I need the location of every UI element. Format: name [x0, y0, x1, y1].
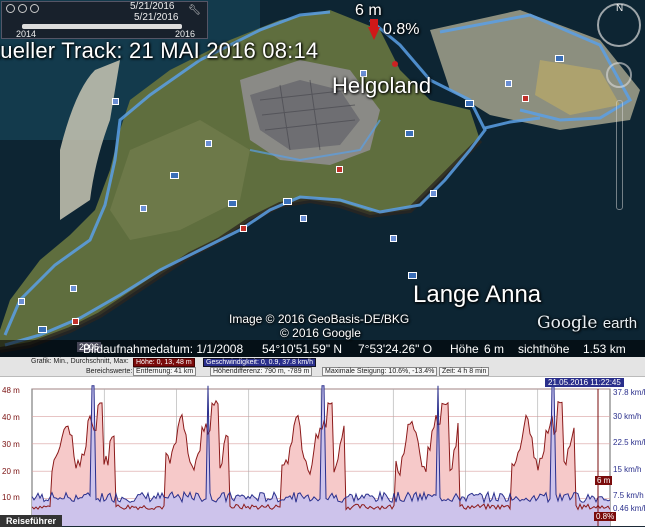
- latitude: 54°10'51.59" N: [262, 342, 343, 356]
- placemark-icon[interactable]: [205, 140, 212, 147]
- profile-chart: [31, 385, 611, 526]
- zoom-in-icon[interactable]: [6, 4, 15, 13]
- compass-ring-control[interactable]: N: [597, 3, 641, 47]
- imagery-copyright: Image © 2016 GeoBasis-DE/BKG: [229, 312, 410, 326]
- elevation-label: Höhe: [450, 342, 479, 356]
- cursor-timestamp: 21.05.2016 11:22:45: [545, 378, 624, 387]
- y-tick-right: 0.46 km/h: [613, 504, 645, 513]
- y-tick-left: 30 m: [2, 440, 20, 449]
- cursor-grade-tag: 0.8%: [594, 512, 617, 521]
- status-bar: 2006 Bildaufnahmedatum: 1/1/2008 54°10'5…: [0, 340, 645, 357]
- tab-reisefuehrer[interactable]: Reiseführer: [0, 515, 63, 527]
- placemark-icon[interactable]: [70, 285, 77, 292]
- elevation-value: 6 m: [484, 342, 505, 356]
- time-slider-year-end: 2016: [175, 29, 196, 39]
- height-stats-box[interactable]: Höhe: 0, 13, 48 m: [133, 358, 195, 367]
- time-slider-start-date: 5/21/2016: [130, 1, 175, 12]
- y-tick-right: 37.8 km/h: [613, 388, 645, 397]
- range-values-label: Bereichswerte:: [86, 368, 133, 375]
- placemark-icon[interactable]: [18, 298, 25, 305]
- red-placemark-icon[interactable]: [72, 318, 79, 325]
- red-placemark-icon[interactable]: [522, 95, 529, 102]
- photo-placemark-icon[interactable]: [170, 172, 179, 179]
- profile-plot[interactable]: 48 m 40 m 30 m 20 m 10 m 0 m 37.8 km/h 3…: [0, 377, 645, 526]
- wrench-icon[interactable]: 🔧︎: [188, 5, 201, 16]
- current-grade-label: 0.8%: [383, 21, 420, 38]
- place-label-helgoland[interactable]: Helgoland: [332, 73, 431, 99]
- current-elevation-label: 6 m: [355, 2, 382, 19]
- zoom-slider[interactable]: [616, 100, 623, 210]
- y-tick-left: 10 m: [2, 493, 20, 502]
- placemark-icon[interactable]: [390, 235, 397, 242]
- elevation-profile-panel: Grafik: Min., Durchschnitt, Max: Höhe: 0…: [0, 357, 645, 527]
- placemark-icon[interactable]: [505, 80, 512, 87]
- zoom-out-icon[interactable]: [18, 4, 27, 13]
- placemark-icon[interactable]: [112, 98, 119, 105]
- photo-placemark-icon[interactable]: [228, 200, 237, 207]
- photo-placemark-icon[interactable]: [405, 130, 414, 137]
- place-label-lange-anna[interactable]: Lange Anna: [413, 281, 541, 309]
- clock-icon[interactable]: [30, 4, 39, 13]
- y-tick-right: 22.5 km/h: [613, 438, 645, 447]
- time-slider-track[interactable]: [22, 24, 182, 29]
- time-box: Zeit: 4 h 8 min: [439, 367, 490, 376]
- red-placemark-icon[interactable]: [240, 225, 247, 232]
- placemark-icon[interactable]: [140, 205, 147, 212]
- photo-placemark-icon[interactable]: [283, 198, 292, 205]
- graph-stats-label: Grafik: Min., Durchschnitt, Max:: [31, 358, 129, 365]
- height-difference-box: Höhendifferenz: 790 m, -789 m: [210, 367, 313, 376]
- imagery-date: Bildaufnahmedatum: 1/1/2008: [83, 342, 244, 356]
- longitude: 7°53'24.26" O: [358, 342, 433, 356]
- lange-anna-placemark-icon[interactable]: [408, 272, 417, 279]
- placemark-icon[interactable]: [430, 190, 437, 197]
- time-slider-panel: 5/21/2016 5/21/2016 2014 2016 🔧︎: [1, 1, 208, 39]
- y-tick-right: 15 km/h: [613, 465, 642, 474]
- eye-altitude-label: sichthöhe: [518, 342, 570, 356]
- google-copyright: © 2016 Google: [280, 326, 361, 340]
- placemark-icon[interactable]: [300, 215, 307, 222]
- y-tick-left: 40 m: [2, 413, 20, 422]
- max-slope-box: Maximale Steigung: 10.6%, -13.4%: [322, 367, 438, 376]
- y-tick-left: 48 m: [2, 386, 20, 395]
- track-title: tueller Track: 21 MAI 2016 08:14: [0, 38, 319, 63]
- cursor-elevation-tag: 6 m: [595, 476, 613, 485]
- y-tick-left: 20 m: [2, 467, 20, 476]
- photo-placemark-icon[interactable]: [465, 100, 474, 107]
- pan-control[interactable]: [606, 62, 632, 88]
- eye-altitude-value: 1.53 km: [583, 342, 626, 356]
- distance-box: Entfernung: 41 km: [133, 367, 197, 376]
- time-slider-end-date: 5/21/2016: [134, 12, 179, 23]
- red-placemark-icon[interactable]: [336, 166, 343, 173]
- profile-stats-header: Grafik: Min., Durchschnitt, Max: Höhe: 0…: [0, 357, 645, 377]
- time-slider-year-start: 2014: [16, 29, 37, 39]
- photo-placemark-icon[interactable]: [38, 326, 47, 333]
- photo-placemark-icon[interactable]: [555, 55, 564, 62]
- map-view[interactable]: 6 m 0.8% tueller Track: 21 MAI 2016 08:1…: [0, 0, 645, 357]
- speed-stats-box[interactable]: Geschwindigkeit: 0, 0.9, 37.8 km/h: [203, 358, 316, 367]
- north-indicator-icon: N: [616, 3, 624, 14]
- y-tick-right: 30 km/h: [613, 412, 642, 421]
- google-earth-logo: Google earth: [537, 313, 638, 333]
- y-tick-right: 7.5 km/h: [613, 491, 644, 500]
